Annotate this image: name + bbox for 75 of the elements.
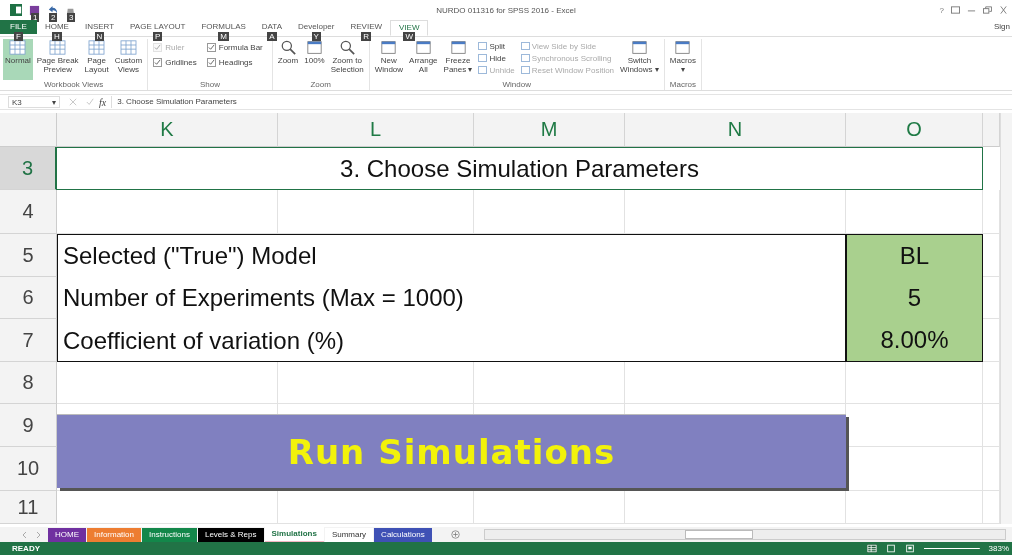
column-header[interactable]: N: [625, 113, 846, 147]
ribbon-tab[interactable]: HOME: [36, 20, 77, 34]
ribbon-button[interactable]: New Window: [372, 39, 406, 80]
help-button[interactable]: ?: [939, 5, 944, 15]
insert-function-button[interactable]: fx: [99, 96, 107, 108]
parameter-value[interactable]: BL: [846, 234, 983, 277]
sheet-title-cell[interactable]: 3. Choose Simulation Parameters: [56, 147, 983, 190]
column-header[interactable]: L: [278, 113, 474, 147]
ribbon-button[interactable]: Zoom: [275, 39, 301, 80]
row-header[interactable]: 5: [0, 234, 57, 277]
keytip: W: [403, 32, 416, 41]
sheet-tab[interactable]: HOME: [48, 527, 86, 542]
keytip: Y: [311, 32, 321, 41]
keytip: H: [52, 32, 62, 41]
ribbon-button[interactable]: Custom Views: [112, 39, 145, 80]
ribbon-tab[interactable]: FORMULAS: [193, 20, 254, 34]
ribbon-button[interactable]: Arrange All: [407, 39, 440, 80]
parameter-value[interactable]: 8.00%: [846, 319, 983, 362]
row-header[interactable]: 8: [0, 362, 57, 404]
ribbon-tab[interactable]: REVIEW: [342, 20, 391, 34]
ribbon-tab[interactable]: FILE: [0, 20, 37, 34]
ribbon-tab[interactable]: Developer: [290, 20, 343, 34]
ribbon-button[interactable]: Freeze Panes ▾: [441, 39, 475, 80]
row-header[interactable]: 9: [0, 404, 57, 447]
checkbox-label[interactable]: Headings: [218, 58, 253, 67]
sign-in-link[interactable]: Sign: [992, 20, 1012, 33]
ribbon-button[interactable]: Page Break Preview: [34, 39, 81, 80]
column-header[interactable]: K: [57, 113, 278, 147]
row-header[interactable]: 10: [0, 447, 57, 491]
sheet-tab[interactable]: Summary: [324, 527, 374, 542]
sheet-tab[interactable]: Simulations: [264, 526, 324, 543]
keytip: F: [14, 32, 23, 41]
ribbon-button[interactable]: Split: [478, 41, 515, 51]
ribbon-button[interactable]: 100%: [302, 39, 327, 80]
group-label: Zoom: [309, 80, 332, 90]
ribbon-button[interactable]: Switch Windows ▾: [618, 39, 661, 80]
row-header[interactable]: 7: [0, 319, 57, 362]
column-header[interactable]: M: [474, 113, 625, 147]
parameter-value[interactable]: 5: [846, 277, 983, 319]
status-mode: READY: [11, 544, 40, 553]
keytip: N: [94, 32, 105, 41]
formula-input[interactable]: 3. Choose Simulation Parameters: [111, 96, 1012, 108]
sheet-tab[interactable]: Instructions: [142, 527, 197, 542]
ribbon-tab[interactable]: PAGE LAYOUT: [122, 20, 194, 34]
checkbox-label[interactable]: Gridlines: [165, 58, 197, 67]
ribbon-button[interactable]: Normal: [3, 39, 33, 80]
keytip: 2: [49, 12, 58, 22]
sheet-tab[interactable]: Calculations: [374, 527, 432, 542]
ribbon-button[interactable]: Macros ▾: [667, 39, 698, 80]
group-label: Show: [198, 80, 221, 90]
row-header[interactable]: 3: [0, 147, 57, 190]
keytip: A: [267, 32, 277, 41]
keytip: M: [218, 32, 229, 41]
zoom-level[interactable]: 383%: [988, 544, 1009, 553]
group-label: Window: [501, 80, 532, 90]
parameter-label: Number of Experiments (Max = 1000): [62, 283, 465, 313]
ribbon-button[interactable]: Hide: [478, 53, 515, 63]
keytip: P: [153, 32, 163, 41]
keytip: R: [361, 32, 372, 41]
ribbon-tab[interactable]: DATA: [253, 20, 290, 34]
row-header[interactable]: 11: [0, 491, 57, 524]
parameter-label: Coefficient of variation (%): [62, 325, 345, 356]
ribbon-tab[interactable]: INSERT: [76, 20, 123, 34]
group-label: Macros: [668, 80, 697, 90]
ribbon-button[interactable]: Page Layout: [82, 39, 111, 80]
window-title: NURDO 011316 for SPSS 2016 - Excel: [436, 5, 576, 15]
ribbon-button[interactable]: Zoom to Selection: [328, 39, 366, 80]
sheet-tab[interactable]: Levels & Reps: [197, 527, 264, 542]
group-label: Workbook Views: [42, 80, 105, 90]
row-header[interactable]: 6: [0, 277, 57, 319]
checkbox-label[interactable]: Formula Bar: [218, 43, 263, 52]
column-header[interactable]: O: [846, 113, 983, 147]
name-box[interactable]: K3 ▾: [8, 96, 60, 108]
row-header[interactable]: 4: [0, 190, 57, 234]
parameter-label: Selected ("True") Model: [62, 240, 318, 271]
